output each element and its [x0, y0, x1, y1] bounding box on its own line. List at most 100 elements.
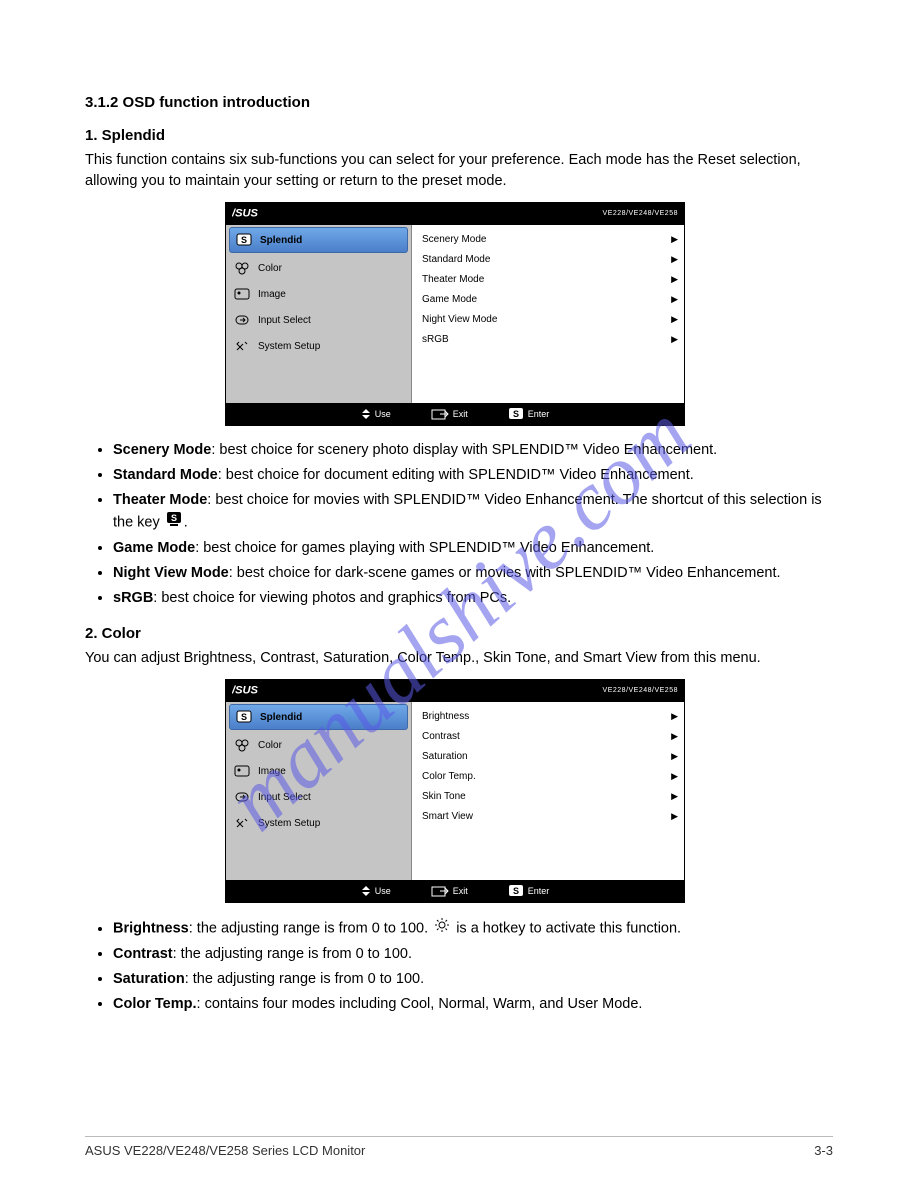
osd-menu-label: Input Select [258, 315, 311, 326]
chevron-right-icon: ▶ [671, 314, 678, 325]
chevron-right-icon: ▶ [671, 751, 678, 762]
osd-option[interactable]: Night View Mode▶ [422, 309, 678, 329]
svg-text:S: S [513, 409, 519, 419]
osd-model: VE228/VE248/VE258 [603, 210, 678, 218]
list-item: Standard Mode: best choice for document … [113, 465, 833, 486]
s-badge-icon: S [234, 709, 254, 725]
osd-menu-label: System Setup [258, 341, 320, 352]
asus-logo: /SUS [232, 207, 301, 222]
osd-header: /SUS VE228/VE248/VE258 [226, 680, 684, 702]
list-item: Color Temp.: contains four modes includi… [113, 994, 833, 1015]
osd-option[interactable]: Skin Tone▶ [422, 786, 678, 806]
subsection-heading-color: 2. Color [85, 625, 833, 642]
brightness-icon [434, 917, 450, 940]
osd-right-list: Brightness▶ Contrast▶ Saturation▶ Color … [412, 702, 684, 880]
osd-option[interactable]: Smart View▶ [422, 806, 678, 826]
input-icon [232, 789, 252, 805]
osd-menu-label: Splendid [260, 712, 302, 723]
up-down-icon [361, 407, 371, 421]
osd-option[interactable]: Contrast▶ [422, 726, 678, 746]
chevron-right-icon: ▶ [671, 711, 678, 722]
osd-footer: Use Exit S Enter [226, 403, 684, 425]
osd-menu-image[interactable]: Image [226, 758, 411, 784]
mode-list: Scenery Mode: best choice for scenery ph… [85, 440, 833, 609]
svg-text:S: S [513, 886, 519, 896]
subsection-heading-splendid: 1. Splendid [85, 127, 833, 144]
osd-left-menu: S Splendid Color Image Input Select [226, 225, 412, 403]
chevron-right-icon: ▶ [671, 334, 678, 345]
osd-panel-splendid: /SUS VE228/VE248/VE258 S Splendid Color … [225, 202, 685, 426]
osd-menu-color[interactable]: Color [226, 732, 411, 758]
osd-menu-label: Color [258, 740, 282, 751]
osd-menu-input[interactable]: Input Select [226, 307, 411, 333]
osd-option[interactable]: Theater Mode▶ [422, 269, 678, 289]
osd-menu-splendid[interactable]: S Splendid [229, 704, 408, 730]
osd-menu-input[interactable]: Input Select [226, 784, 411, 810]
osd-footer-nav: Use [361, 884, 391, 898]
list-item: sRGB: best choice for viewing photos and… [113, 588, 833, 609]
osd-panel-color: /SUS VE228/VE248/VE258 S Splendid Color … [225, 679, 685, 903]
svg-text:S: S [241, 235, 247, 245]
list-item: Game Mode: best choice for games playing… [113, 538, 833, 559]
s-badge-icon: S [508, 884, 524, 898]
image-icon [232, 763, 252, 779]
osd-option[interactable]: Game Mode▶ [422, 289, 678, 309]
up-down-icon [361, 884, 371, 898]
osd-footer-enter: S Enter [508, 884, 550, 898]
s-badge-icon: S [508, 407, 524, 421]
osd-option[interactable]: Scenery Mode▶ [422, 229, 678, 249]
list-item: Theater Mode: best choice for movies wit… [113, 490, 833, 534]
osd-footer-exit: Exit [431, 407, 468, 421]
osd-footer-nav: Use [361, 407, 391, 421]
intro-text-1: This function contains six sub-functions… [85, 150, 833, 192]
s-badge-icon: S [234, 232, 254, 248]
list-item: Brightness: the adjusting range is from … [113, 917, 833, 940]
svg-text:/SUS: /SUS [232, 684, 259, 696]
page-footer: ASUS VE228/VE248/VE258 Series LCD Monito… [85, 1136, 833, 1158]
chevron-right-icon: ▶ [671, 274, 678, 285]
osd-menu-label: Input Select [258, 792, 311, 803]
osd-header: /SUS VE228/VE248/VE258 [226, 203, 684, 225]
osd-menu-system[interactable]: System Setup [226, 810, 411, 836]
list-item: Saturation: the adjusting range is from … [113, 969, 833, 990]
chevron-right-icon: ▶ [671, 811, 678, 822]
osd-footer-exit: Exit [431, 884, 468, 898]
svg-text:S: S [241, 712, 247, 722]
chevron-right-icon: ▶ [671, 294, 678, 305]
exit-icon [431, 884, 449, 898]
list-item: Contrast: the adjusting range is from 0 … [113, 944, 833, 965]
tools-icon [232, 815, 252, 831]
osd-left-menu: S Splendid Color Image Input Select [226, 702, 412, 880]
osd-menu-system[interactable]: System Setup [226, 333, 411, 359]
chevron-right-icon: ▶ [671, 791, 678, 802]
osd-option[interactable]: Standard Mode▶ [422, 249, 678, 269]
list-item: Scenery Mode: best choice for scenery ph… [113, 440, 833, 461]
palette-icon [232, 737, 252, 753]
chevron-right-icon: ▶ [671, 234, 678, 245]
osd-option[interactable]: Color Temp.▶ [422, 766, 678, 786]
osd-option[interactable]: Saturation▶ [422, 746, 678, 766]
chevron-right-icon: ▶ [671, 254, 678, 265]
svg-text:S: S [171, 513, 177, 523]
osd-menu-label: Splendid [260, 235, 302, 246]
osd-option[interactable]: Brightness▶ [422, 706, 678, 726]
input-icon [232, 312, 252, 328]
chevron-right-icon: ▶ [671, 771, 678, 782]
s-badge-icon: S [166, 511, 182, 534]
list-item: Night View Mode: best choice for dark-sc… [113, 563, 833, 584]
svg-text:/SUS: /SUS [232, 207, 259, 219]
osd-menu-label: Image [258, 766, 286, 777]
osd-menu-color[interactable]: Color [226, 255, 411, 281]
osd-footer-enter: S Enter [508, 407, 550, 421]
osd-menu-label: System Setup [258, 818, 320, 829]
section-heading: 3.1.2 OSD function introduction [85, 94, 833, 111]
footer-right: 3-3 [814, 1143, 833, 1158]
color-bullet-list: Brightness: the adjusting range is from … [85, 917, 833, 1015]
osd-menu-image[interactable]: Image [226, 281, 411, 307]
image-icon [232, 286, 252, 302]
osd-footer: Use Exit S Enter [226, 880, 684, 902]
osd-option[interactable]: sRGB▶ [422, 329, 678, 349]
chevron-right-icon: ▶ [671, 731, 678, 742]
palette-icon [232, 260, 252, 276]
osd-menu-splendid[interactable]: S Splendid [229, 227, 408, 253]
